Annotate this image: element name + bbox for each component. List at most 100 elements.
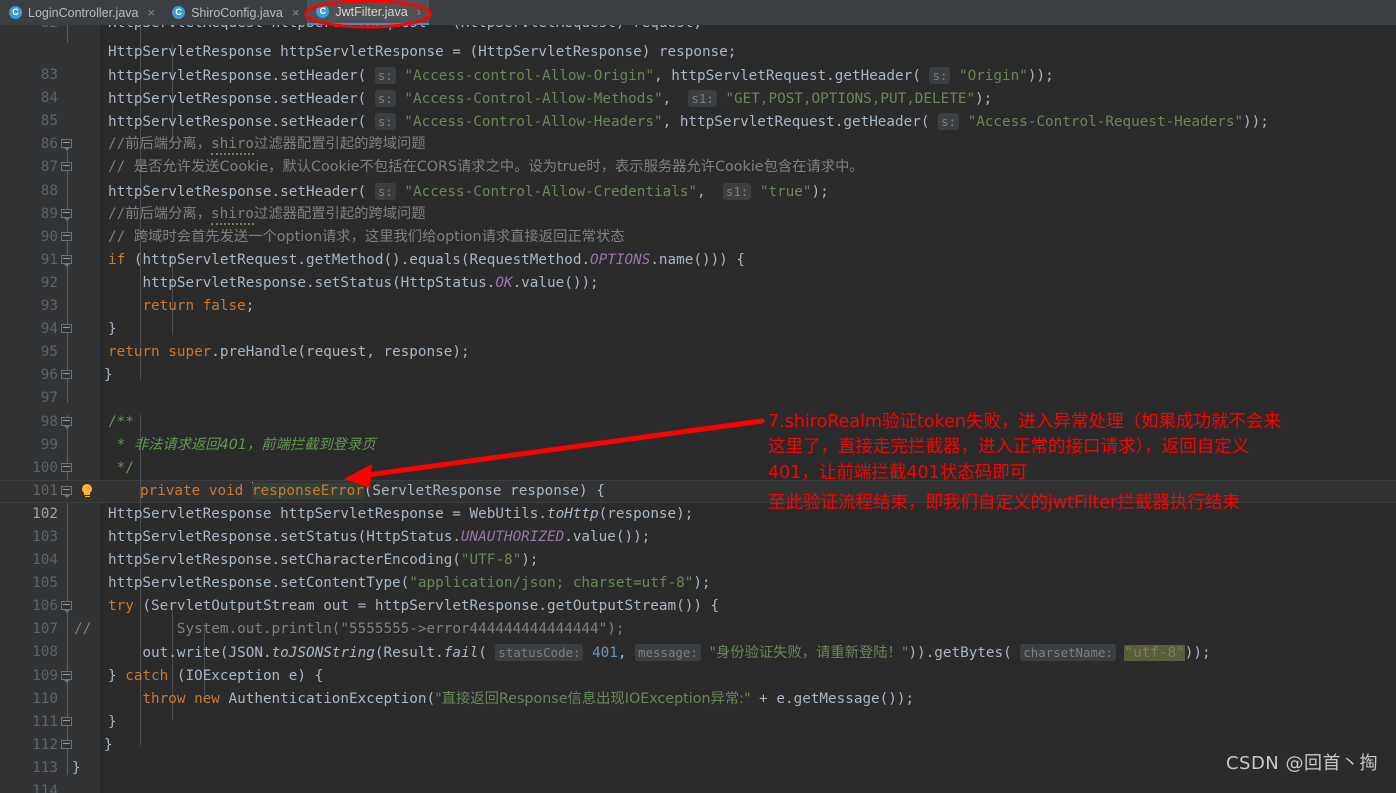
line-number: 100	[32, 459, 58, 476]
code-line[interactable]: 83 HttpServletResponse httpServletRespon…	[0, 41, 1396, 83]
code-line[interactable]: 108 // System.out.println("5555555->erro…	[0, 618, 1396, 660]
line-number: 103	[32, 528, 58, 545]
tab-shiro-config[interactable]: C ShiroConfig.java ×	[163, 0, 308, 25]
code-line[interactable]: 97 }	[0, 364, 1396, 406]
selected-symbol[interactable]: responseError	[251, 482, 364, 499]
code-line[interactable]: 104 httpServletResponse.setStatus(HttpSt…	[0, 526, 1396, 568]
line-number: 97	[40, 390, 58, 407]
editor-tab-bar: C LoginController.java × C ShiroConfig.j…	[0, 0, 1396, 25]
code-fold-toggle[interactable]	[61, 485, 74, 498]
line-number: 93	[40, 298, 58, 315]
code-line[interactable]: 105 httpServletResponse.setCharacterEnco…	[0, 549, 1396, 591]
code-line[interactable]: 106 httpServletResponse.setContentType("…	[0, 572, 1396, 614]
line-number: 85	[40, 113, 58, 130]
java-class-icon: C	[172, 6, 186, 19]
line-number: 92	[40, 274, 58, 291]
annotation-note-line-3: 401，让前端拦截401状态码即可	[768, 463, 1028, 483]
csdn-watermark: CSDN @回首丶掏	[1225, 753, 1378, 774]
code-line[interactable]: 114 }	[0, 757, 1396, 793]
java-class-icon: C	[9, 6, 22, 19]
annotation-note-line-2: 这里了，直接走完拦截器，进入正常的接口请求），返回自定义	[768, 437, 1250, 457]
code-line[interactable]: 112 }	[0, 711, 1396, 753]
code-line[interactable]: 85 httpServletResponse.setHeader( s: "Ac…	[0, 87, 1396, 129]
code-editor[interactable]: 82 HttpServletRequest httpServletRequest…	[0, 25, 1396, 793]
commented-line-marker: //	[74, 621, 92, 638]
line-number: 94	[40, 321, 58, 338]
code-line[interactable]: 115	[0, 780, 1396, 793]
line-number: 87	[40, 159, 58, 176]
annotation-note-line-4: 至此验证流程结束，即我们自定义的jwtFilter拦截器执行结束	[768, 493, 1240, 513]
line-number: 95	[40, 344, 58, 361]
code-fold-toggle[interactable]	[61, 139, 74, 152]
code-fold-toggle[interactable]	[61, 370, 74, 381]
line-number: 101	[32, 482, 58, 499]
line-number: 86	[40, 136, 58, 153]
code-line[interactable]: 107 try (ServletOutputStream out = httpS…	[0, 595, 1396, 637]
code-line[interactable]: 110 } catch (IOException e) {	[0, 665, 1396, 707]
line-number: 111	[32, 713, 58, 730]
line-number: 110	[32, 690, 58, 707]
line-number: 104	[32, 552, 58, 569]
search-match-highlight: "utf-8"	[1124, 645, 1185, 662]
code-line[interactable]: 95 }	[0, 318, 1396, 360]
code-fold-toggle[interactable]	[61, 462, 74, 474]
java-class-icon: C	[316, 5, 330, 18]
intention-bulb-icon[interactable]	[80, 483, 94, 499]
code-line[interactable]: 89 httpServletResponse.setHeader( s: "Ac…	[0, 180, 1396, 222]
code-line[interactable]: 98	[0, 387, 1396, 430]
line-number: 82	[0, 25, 58, 30]
chevron-right-icon[interactable]: ›	[417, 5, 421, 18]
code-line[interactable]: 92 if (httpServletRequest.getMethod().eq…	[0, 249, 1396, 291]
code-line[interactable]: 86 httpServletResponse.setHeader( s: "Ac…	[0, 110, 1396, 152]
code-line[interactable]: 93 httpServletResponse.setStatus(HttpSta…	[0, 272, 1396, 314]
tab-label: LoginController.java	[28, 5, 139, 20]
line-number: 96	[40, 367, 58, 384]
code-fold-toggle[interactable]	[61, 208, 74, 221]
line-number: 98	[40, 413, 58, 430]
code-line[interactable]: 87 //前后端分离，shiro过滤器配置引起的跨域问题	[0, 133, 1396, 175]
code-fold-toggle[interactable]	[61, 670, 74, 683]
code-fold-toggle[interactable]	[61, 416, 74, 429]
line-number: 109	[32, 667, 58, 684]
tab-login-controller[interactable]: C LoginController.java ×	[0, 0, 164, 25]
code-fold-toggle[interactable]	[61, 324, 74, 335]
line-number: 90	[40, 228, 58, 245]
line-number: 106	[32, 598, 58, 615]
line-number: 88	[40, 182, 58, 199]
line-number: 113	[32, 759, 58, 776]
line-number: 99	[40, 436, 58, 453]
tab-jwt-filter[interactable]: C JwtFilter.java ›	[307, 0, 429, 25]
code-line[interactable]: 91 // 跨域时会首先发送一个option请求，这里我们给option请求直接…	[0, 226, 1396, 268]
code-line[interactable]: 88 // 是否允许发送Cookie，默认Cookie不包括在CORS请求之中。…	[0, 156, 1396, 198]
tab-label: JwtFilter.java	[335, 4, 408, 19]
close-icon[interactable]: ×	[292, 6, 300, 19]
code-line[interactable]: 94 return false;	[0, 295, 1396, 337]
line-number: 107	[32, 621, 58, 638]
code-fold-toggle[interactable]	[61, 601, 74, 614]
code-lines: 82 HttpServletRequest httpServletRequest…	[0, 25, 1396, 793]
line-number: 108	[32, 644, 58, 661]
close-icon[interactable]: ×	[148, 6, 156, 19]
line-number: 102	[32, 505, 58, 522]
line-number: 83	[40, 67, 58, 84]
line-number: 89	[40, 205, 58, 222]
code-line[interactable]: 113 }	[0, 734, 1396, 776]
annotation-note-line-1: 7.shiroRealm验证token失败，进入异常处理（如果成功就不会来	[768, 412, 1281, 432]
code-line[interactable]: 84 httpServletResponse.setHeader( s: "Ac…	[0, 64, 1396, 106]
code-fold-toggle[interactable]	[61, 254, 74, 267]
code-line[interactable]: 82 HttpServletRequest httpServletRequest…	[0, 25, 1396, 41]
code-fold-toggle[interactable]	[61, 716, 74, 728]
code-fold-toggle[interactable]	[61, 739, 74, 751]
code-line[interactable]: 96 return super.preHandle(request, respo…	[0, 341, 1396, 383]
tab-label: ShiroConfig.java	[191, 5, 283, 20]
code-line[interactable]: 111 throw new AuthenticationException("直…	[0, 688, 1396, 730]
code-line[interactable]: 109 out.write(JSON.toJSONString(Result.f…	[0, 641, 1396, 684]
code-fold-toggle[interactable]	[61, 231, 74, 243]
code-fold-toggle[interactable]	[61, 162, 74, 173]
line-number: 91	[40, 251, 58, 268]
line-number: 114	[32, 783, 58, 793]
line-number: 112	[32, 736, 58, 753]
line-number: 105	[32, 575, 58, 592]
code-line[interactable]: 90 //前后端分离，shiro过滤器配置引起的跨域问题	[0, 203, 1396, 245]
line-number: 84	[40, 90, 58, 107]
